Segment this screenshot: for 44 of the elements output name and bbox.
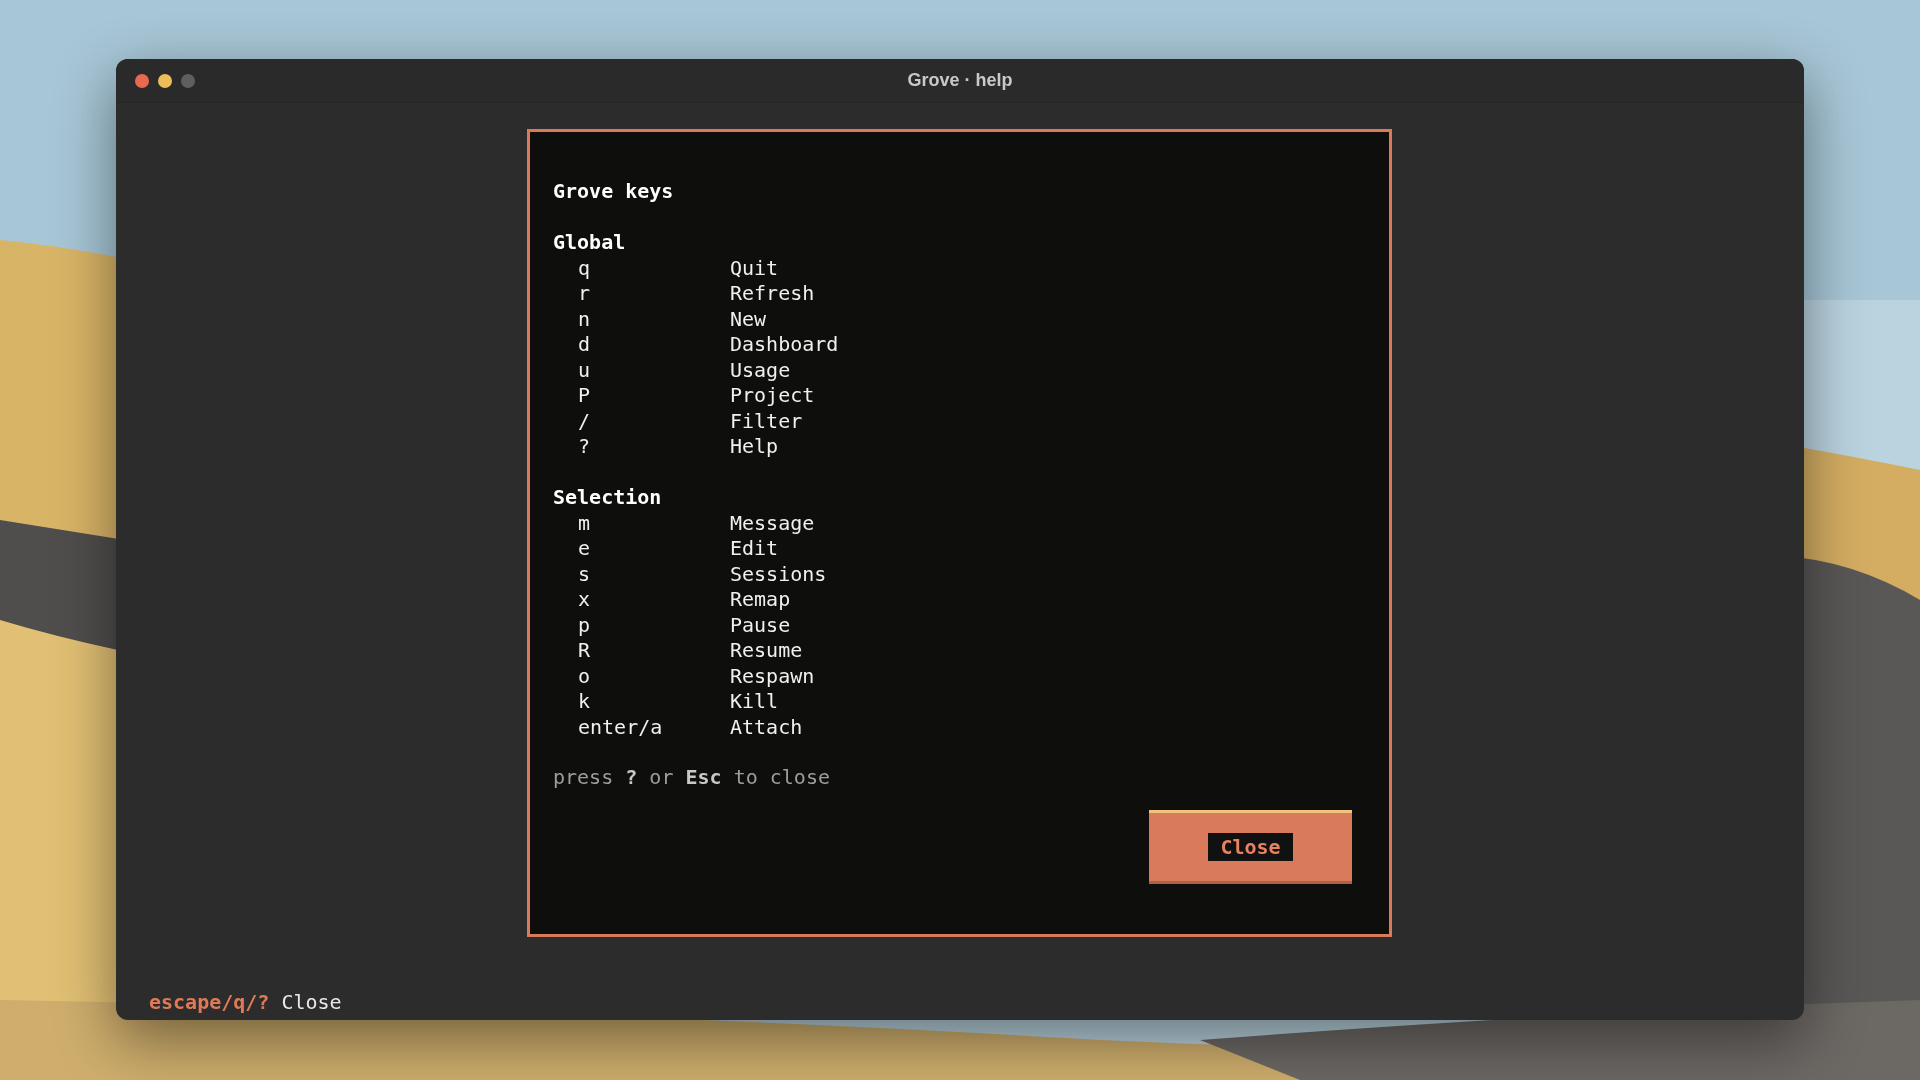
close-hint: press ? or Esc to close	[553, 765, 831, 791]
key-action: Pause	[730, 612, 791, 638]
key-action: Respawn	[730, 663, 815, 689]
close-window-icon[interactable]	[135, 73, 149, 88]
key-binding: d	[578, 332, 592, 358]
key-action: Refresh	[730, 281, 815, 307]
minimize-window-icon[interactable]	[158, 73, 172, 88]
key-binding: o	[578, 663, 592, 689]
key-action: New	[730, 306, 767, 332]
footer-key: escape/q/?	[149, 990, 270, 1014]
key-action: Attach	[730, 714, 803, 740]
key-binding: /	[578, 408, 592, 434]
key-binding: ?	[578, 434, 592, 460]
key-binding: p	[578, 612, 592, 638]
key-action: Filter	[730, 408, 803, 434]
key-binding: R	[578, 638, 592, 664]
key-binding: s	[578, 561, 592, 587]
dialog-title: Grove keys	[553, 179, 675, 205]
key-binding: x	[578, 587, 592, 613]
key-binding: e	[578, 536, 592, 562]
key-binding: u	[578, 357, 592, 383]
key-binding: P	[578, 383, 592, 409]
key-binding: q	[578, 255, 592, 281]
close-button[interactable]: Close	[1149, 809, 1352, 884]
key-action: Kill	[730, 689, 779, 715]
key-binding: k	[578, 689, 592, 715]
key-binding: m	[578, 510, 592, 536]
key-action: Sessions	[730, 561, 827, 587]
key-action: Dashboard	[730, 332, 839, 358]
section-heading: Selection	[553, 485, 663, 511]
key-binding: r	[578, 281, 592, 307]
window-title: Grove · help	[907, 70, 1013, 91]
key-binding: enter/a	[578, 714, 664, 740]
footer-action: Close	[281, 990, 342, 1014]
key-action: Help	[730, 434, 779, 460]
key-action: Message	[730, 510, 815, 536]
section-heading: Global	[553, 230, 627, 256]
key-binding: n	[578, 306, 592, 332]
key-action: Edit	[730, 536, 779, 562]
key-action: Usage	[730, 357, 791, 383]
key-action: Quit	[730, 255, 779, 281]
key-action: Project	[730, 383, 815, 409]
key-action: Remap	[730, 587, 791, 613]
key-action: Resume	[730, 638, 803, 664]
